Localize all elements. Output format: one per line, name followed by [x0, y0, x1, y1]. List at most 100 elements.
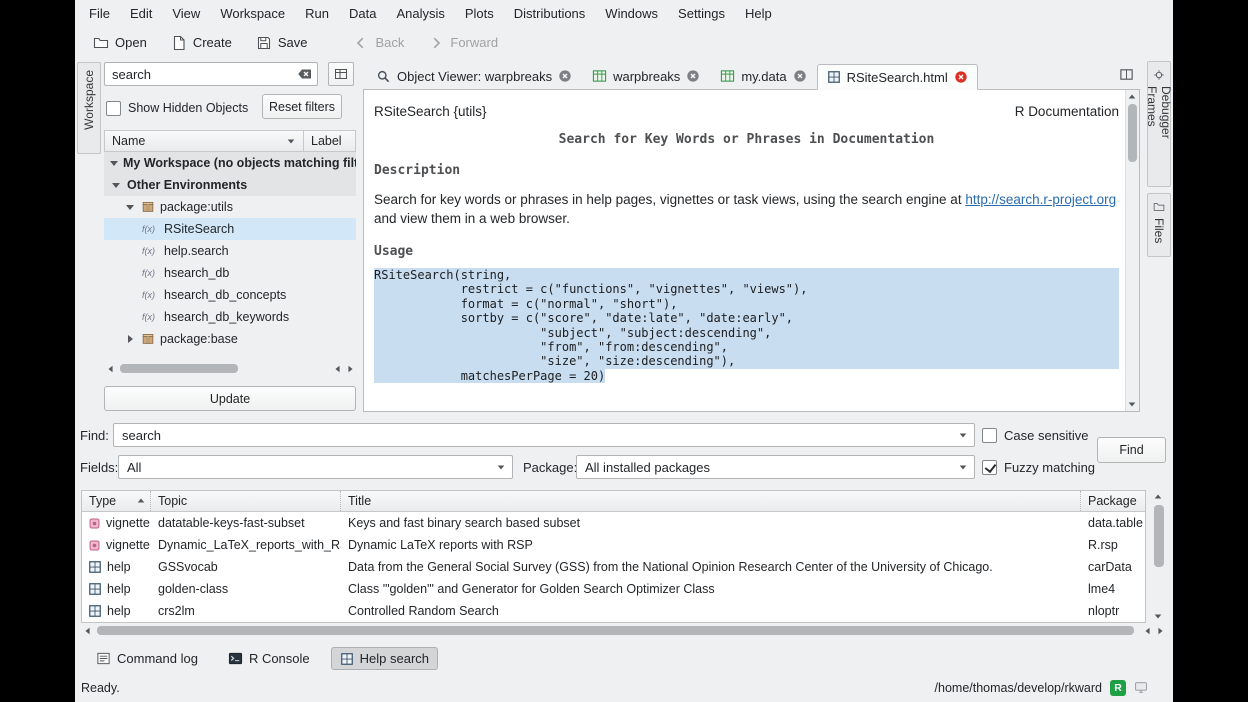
- menu-item-analysis[interactable]: Analysis: [386, 2, 454, 25]
- chevron-down-icon: [960, 433, 967, 437]
- bottom-tab-r-console[interactable]: R Console: [219, 647, 319, 670]
- menu-item-data[interactable]: Data: [339, 2, 386, 25]
- result-row-golden-class[interactable]: helpgolden-classClass '"golden"' and Gen…: [82, 578, 1145, 600]
- menu-item-plots[interactable]: Plots: [455, 2, 504, 25]
- scroll-right-icon[interactable]: [1154, 624, 1166, 637]
- scrollbar-thumb[interactable]: [1154, 505, 1164, 567]
- scroll-down-icon[interactable]: [1126, 398, 1138, 411]
- scroll-up-icon[interactable]: [1152, 490, 1164, 503]
- column-header-title[interactable]: Title: [341, 491, 1081, 511]
- tree-item-hsearch-db-concepts[interactable]: f(x)hsearch_db_concepts: [104, 284, 356, 306]
- search-site-link[interactable]: http://search.r-project.org: [965, 192, 1116, 207]
- case-sensitive-checkbox[interactable]: [982, 428, 997, 443]
- tab-warpbreaks[interactable]: warpbreaks: [582, 63, 710, 89]
- case-sensitive-option[interactable]: Case sensitive: [982, 426, 1089, 444]
- scroll-left-icon[interactable]: [81, 624, 93, 637]
- tree-item-label: help.search: [164, 244, 229, 258]
- close-tab-icon[interactable]: [686, 69, 700, 83]
- tree-item-other-environments[interactable]: Other Environments: [104, 174, 356, 196]
- table-icon: [592, 69, 607, 83]
- tab-my-data[interactable]: my.data: [710, 63, 816, 89]
- scroll-right-icon[interactable]: [344, 362, 356, 375]
- column-header-label[interactable]: Label: [304, 130, 356, 152]
- description-text: Search for key words or phrases in help …: [374, 192, 965, 207]
- close-tab-icon[interactable]: [954, 70, 968, 84]
- display-icon: [1134, 681, 1148, 694]
- package-combobox[interactable]: All installed packages: [576, 455, 975, 479]
- column-header-name[interactable]: Name: [104, 130, 304, 152]
- menu-item-distributions[interactable]: Distributions: [504, 2, 596, 25]
- close-tab-icon[interactable]: [558, 69, 572, 83]
- menu-item-edit[interactable]: Edit: [120, 2, 162, 25]
- tree-item-package-utils[interactable]: package:utils: [104, 196, 356, 218]
- find-button[interactable]: Find: [1097, 437, 1166, 463]
- open-button[interactable]: Open: [85, 31, 155, 55]
- expander-open-icon[interactable]: [124, 205, 136, 210]
- find-combobox[interactable]: search: [113, 423, 975, 447]
- scrollbar-thumb[interactable]: [97, 626, 1134, 635]
- menu-item-view[interactable]: View: [162, 2, 210, 25]
- expander-closed-icon[interactable]: [124, 335, 136, 343]
- menu-bar: FileEditViewWorkspaceRunDataAnalysisPlot…: [75, 0, 1173, 26]
- forward-button[interactable]: Forward: [420, 31, 506, 55]
- result-row-crs2lm[interactable]: helpcrs2lmControlled Random Searchnloptr: [82, 600, 1145, 622]
- update-button[interactable]: Update: [104, 386, 356, 411]
- table-icon: [720, 69, 735, 83]
- view-options-button[interactable]: [328, 62, 354, 86]
- menu-item-help[interactable]: Help: [735, 2, 782, 25]
- scroll-left-icon[interactable]: [104, 362, 116, 375]
- tree-item-my-workspace-no-objects-matching-filter[interactable]: My Workspace (no objects matching filter: [104, 152, 356, 174]
- menu-item-workspace[interactable]: Workspace: [210, 2, 295, 25]
- save-button[interactable]: Save: [248, 31, 316, 55]
- column-header-package[interactable]: Package: [1081, 491, 1145, 511]
- help-vscrollbar[interactable]: [1125, 90, 1139, 411]
- reset-filters-button[interactable]: Reset filters: [262, 94, 342, 119]
- results-vscrollbar[interactable]: [1152, 490, 1166, 623]
- close-tab-icon[interactable]: [793, 69, 807, 83]
- bottom-tab-help-search[interactable]: Help search: [331, 647, 438, 670]
- tab-rsitesearch-html[interactable]: RSiteSearch.html: [817, 64, 978, 90]
- menu-item-run[interactable]: Run: [295, 2, 339, 25]
- expander-open-icon[interactable]: [110, 183, 122, 188]
- tree-item-hsearch-db-keywords[interactable]: f(x)hsearch_db_keywords: [104, 306, 356, 328]
- object-search-input[interactable]: [104, 62, 318, 86]
- scroll-down-icon[interactable]: [1152, 610, 1164, 623]
- scroll-up-icon[interactable]: [1126, 90, 1138, 103]
- folder-icon-small: [1153, 201, 1165, 213]
- side-tab-workspace[interactable]: Workspace: [77, 62, 101, 154]
- fuzzy-matching-option[interactable]: Fuzzy matching: [982, 458, 1095, 476]
- column-header-type[interactable]: Type: [82, 491, 151, 511]
- workspace-hscrollbar[interactable]: [104, 362, 356, 375]
- tree-item-help-search[interactable]: f(x)help.search: [104, 240, 356, 262]
- vignette-icon: [88, 539, 101, 552]
- side-tab-debugger-frames[interactable]: Debugger Frames: [1147, 61, 1171, 187]
- tab-object-viewer-warpbreaks[interactable]: Object Viewer: warpbreaks: [366, 63, 582, 89]
- scrollbar-thumb[interactable]: [120, 364, 238, 373]
- menu-item-file[interactable]: File: [79, 2, 120, 25]
- tree-item-rsitesearch[interactable]: f(x)RSiteSearch: [104, 218, 356, 240]
- clear-search-icon[interactable]: [295, 66, 313, 82]
- split-view-icon[interactable]: [1119, 67, 1134, 82]
- result-row-gssvocab[interactable]: helpGSSvocabData from the General Social…: [82, 556, 1145, 578]
- result-row-dynamic-latex-reports-with-rsp[interactable]: vignetteDynamic_LaTeX_reports_with_RSPDy…: [82, 534, 1145, 556]
- show-hidden-checkbox[interactable]: [106, 101, 121, 116]
- side-tab-files[interactable]: Files: [1147, 193, 1171, 257]
- scrollbar-thumb[interactable]: [1128, 104, 1137, 162]
- menu-item-windows[interactable]: Windows: [595, 2, 668, 25]
- column-header-topic[interactable]: Topic: [151, 491, 341, 511]
- scroll-left-icon[interactable]: [1141, 624, 1153, 637]
- result-row-datatable-keys-fast-subset[interactable]: vignettedatatable-keys-fast-subsetKeys a…: [82, 512, 1145, 534]
- menu-item-settings[interactable]: Settings: [668, 2, 735, 25]
- fuzzy-matching-checkbox[interactable]: [982, 460, 997, 475]
- expander-open-icon[interactable]: [110, 161, 118, 166]
- create-button[interactable]: Create: [163, 31, 240, 55]
- results-hscrollbar[interactable]: [81, 624, 1166, 637]
- bottom-tab-command-log[interactable]: Command log: [87, 647, 207, 670]
- tree-item-package-base[interactable]: package:base: [104, 328, 356, 350]
- back-button[interactable]: Back: [345, 31, 412, 55]
- fields-combobox[interactable]: All: [118, 455, 513, 479]
- tab-label: Object Viewer: warpbreaks: [397, 69, 552, 84]
- scroll-left-icon[interactable]: [331, 362, 343, 375]
- tree-item-hsearch-db[interactable]: f(x)hsearch_db: [104, 262, 356, 284]
- result-package: carData: [1081, 560, 1145, 574]
